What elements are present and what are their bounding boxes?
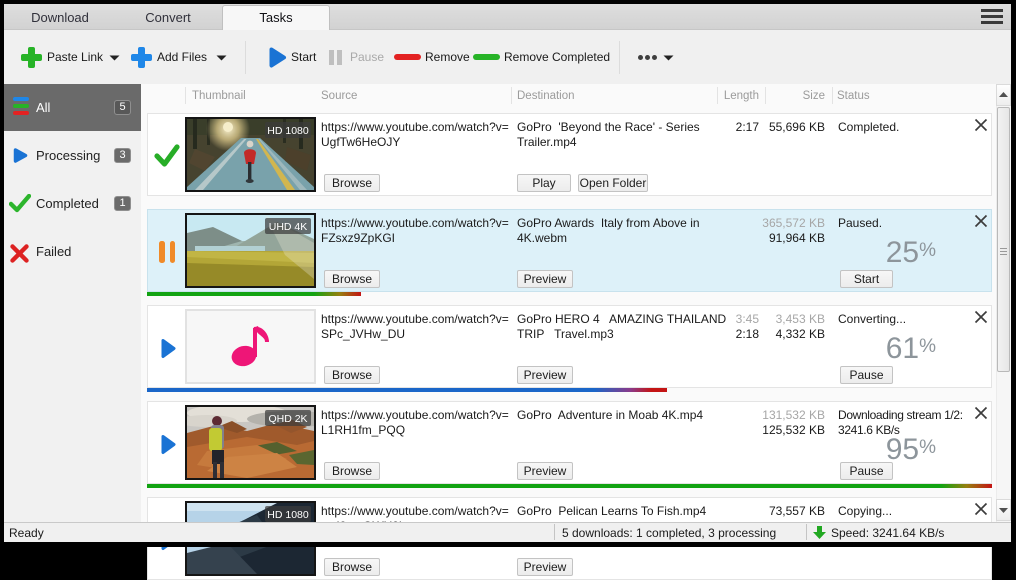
svg-text:HD 1080: HD 1080 xyxy=(267,509,309,521)
svg-text:QHD 2K: QHD 2K xyxy=(268,413,307,425)
svg-text:UHD 4K: UHD 4K xyxy=(269,221,308,233)
svg-text:HD 1080: HD 1080 xyxy=(267,125,309,137)
